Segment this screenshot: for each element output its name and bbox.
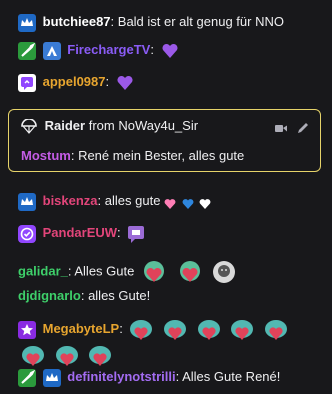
chat-text: : alles Gute! <box>80 288 151 303</box>
subscriber-crown-badge-icon[interactable] <box>18 192 36 211</box>
parachute-icon <box>21 117 37 135</box>
frog-hearts-emote-icon <box>263 317 289 343</box>
chat-username[interactable]: djdignarlo <box>18 288 81 303</box>
chat-message: galidar_: Alles Gute <box>18 258 324 286</box>
chat-text: : alles gute <box>97 193 161 208</box>
chat-message: MegabyteLP: <box>18 316 324 369</box>
chat-message: butchiee87: Bald ist er alt genug für NN… <box>18 12 324 32</box>
chat-text: : <box>150 42 154 57</box>
chat-username[interactable]: PandarEUW <box>43 225 117 240</box>
chat-username[interactable]: biskenza <box>43 193 98 208</box>
chat-text: : <box>117 225 121 240</box>
frog-hearts-emote-icon <box>196 317 222 343</box>
pink-heart-icon <box>164 196 176 209</box>
raid-from: from NoWay4u_Sir <box>88 118 199 133</box>
blue-heart-icon <box>182 196 194 209</box>
chat-username[interactable]: appel0987 <box>43 74 106 89</box>
frog-hearts-emote-icon <box>229 317 255 343</box>
frog-hearts-emote-icon <box>87 343 113 369</box>
chat-text: : Alles Gute <box>67 263 135 279</box>
chat-text: : Bald ist er alt genug für NNO <box>110 14 284 29</box>
pencil-icon[interactable] <box>296 121 310 135</box>
chat-text: : René mein Bester, alles gute <box>70 148 245 163</box>
frog-hearts-emote-icon <box>128 317 154 343</box>
chat-username[interactable]: Mostum <box>21 148 71 163</box>
star-badge-icon[interactable] <box>18 320 36 339</box>
chat-bubble-badge-icon[interactable] <box>18 73 36 92</box>
video-icon[interactable] <box>274 121 288 135</box>
prime-badge-icon[interactable] <box>42 41 61 60</box>
chat-username[interactable]: galidar_ <box>18 263 68 278</box>
purple-heart-emote-icon <box>115 73 135 93</box>
raid-notification: Raider from NoWay4u_Sir Mostum: René mei… <box>8 109 321 172</box>
chat-username[interactable]: definitelynotstrilli <box>67 369 175 384</box>
subscriber-crown-badge-icon[interactable] <box>42 368 61 387</box>
chat-text: : <box>119 321 123 336</box>
chat-message: PandarEUW: <box>18 223 324 244</box>
chat-bubble-emote-icon <box>126 224 146 244</box>
chat-username[interactable]: FirechargeTV <box>67 42 150 57</box>
verified-badge-icon[interactable] <box>18 224 36 243</box>
face-emote-icon <box>211 259 237 285</box>
subscriber-crown-badge-icon[interactable] <box>18 13 36 32</box>
chat-username[interactable]: butchiee87 <box>43 14 111 29</box>
raid-header: Raider from NoWay4u_Sir <box>21 117 198 135</box>
purple-heart-emote-icon <box>160 41 180 61</box>
chat-message: FirechargeTV: <box>18 40 324 61</box>
sword-badge-icon[interactable] <box>18 41 36 60</box>
heart-cat-emote-icon <box>176 258 204 286</box>
sword-badge-icon[interactable] <box>18 368 36 387</box>
frog-hearts-emote-icon <box>20 343 46 369</box>
chat-message: definitelynotstrilli: Alles Gute René! <box>18 367 324 387</box>
chat-message: biskenza: alles gute <box>18 191 324 211</box>
chat-message: djdignarlo: alles Gute! <box>18 286 324 306</box>
raid-actions <box>274 119 310 135</box>
frog-hearts-emote-icon <box>54 343 80 369</box>
heart-cat-emote-icon <box>140 258 168 286</box>
white-heart-icon <box>199 196 211 209</box>
chat-message: appel0987: <box>18 72 324 93</box>
chat-username[interactable]: MegabyteLP <box>43 321 120 336</box>
raid-label: Raider <box>44 118 86 133</box>
chat-text: : <box>105 74 110 89</box>
frog-hearts-emote-icon <box>162 317 188 343</box>
raid-message: Mostum: René mein Bester, alles gute <box>21 147 244 165</box>
chat-text: : Alles Gute René! <box>175 369 281 384</box>
